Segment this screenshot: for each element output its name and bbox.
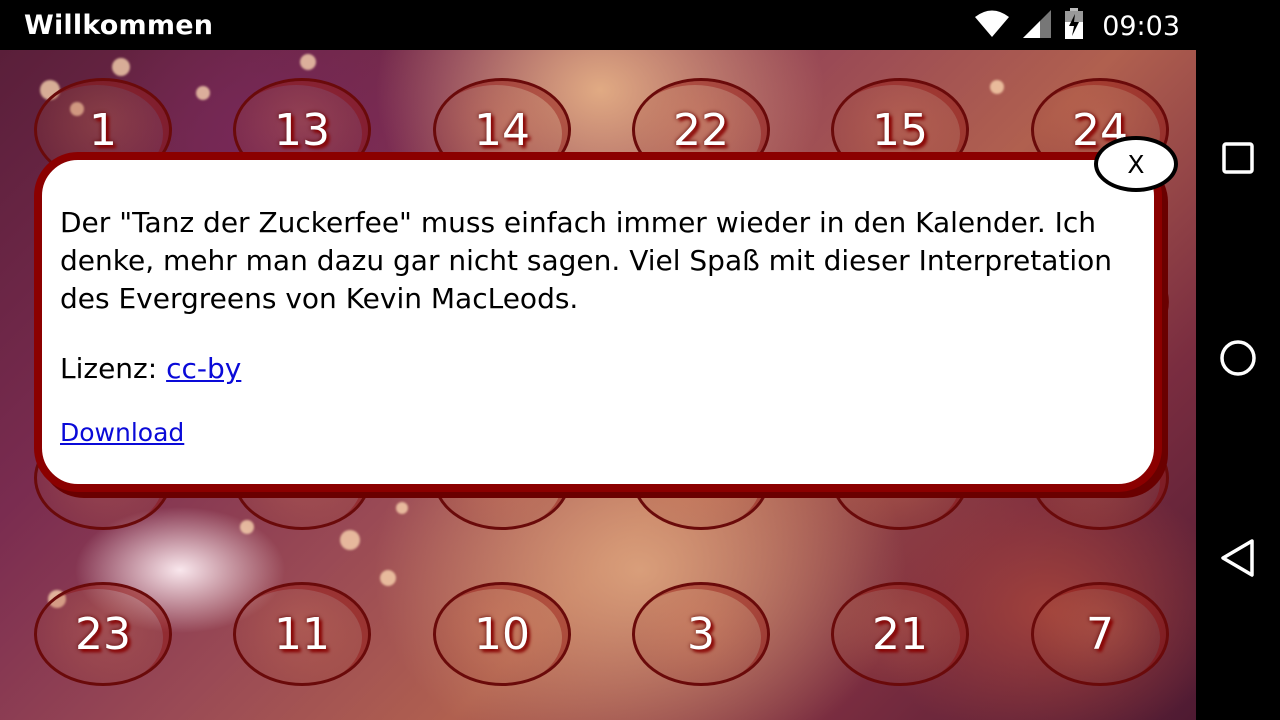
download-link[interactable]: Download bbox=[60, 414, 184, 452]
calendar-door[interactable]: 3 bbox=[632, 582, 770, 686]
door-number: 23 bbox=[75, 608, 131, 660]
calendar-door[interactable]: 23 bbox=[34, 582, 172, 686]
status-bar: Willkommen 09:03 bbox=[0, 0, 1196, 50]
door-number: 15 bbox=[872, 104, 928, 156]
bokeh-light bbox=[112, 58, 130, 76]
home-button[interactable] bbox=[1214, 336, 1262, 384]
calendar-door[interactable]: 21 bbox=[831, 582, 969, 686]
bokeh-light bbox=[340, 530, 360, 550]
recents-button[interactable] bbox=[1214, 136, 1262, 184]
door-info-dialog: Der "Tanz der Zuckerfee" muss einfach im… bbox=[34, 152, 1162, 492]
bokeh-light bbox=[300, 54, 316, 70]
door-number: 1 bbox=[89, 104, 117, 156]
door-number: 3 bbox=[687, 608, 715, 660]
bokeh-light bbox=[380, 570, 396, 586]
close-button[interactable]: X bbox=[1094, 136, 1178, 192]
bokeh-light bbox=[240, 520, 254, 534]
back-triangle-icon bbox=[1219, 538, 1257, 583]
door-number: 21 bbox=[872, 608, 928, 660]
bokeh-light bbox=[396, 502, 408, 514]
app-title: Willkommen bbox=[24, 10, 214, 41]
bokeh-light bbox=[990, 80, 1004, 94]
door-number: 22 bbox=[673, 104, 729, 156]
battery-charging-icon bbox=[1064, 7, 1084, 45]
door-number: 7 bbox=[1086, 608, 1114, 660]
clock: 09:03 bbox=[1102, 10, 1180, 42]
status-icons: 09:03 bbox=[974, 7, 1180, 45]
bokeh-light bbox=[196, 86, 210, 100]
signal-icon bbox=[1022, 9, 1052, 44]
license-label: Lizenz: bbox=[60, 352, 158, 385]
calendar-door[interactable]: 10 bbox=[433, 582, 571, 686]
calendar-door[interactable]: 7 bbox=[1031, 582, 1169, 686]
calendar-door[interactable]: 11 bbox=[233, 582, 371, 686]
recents-square-icon bbox=[1221, 141, 1255, 180]
door-number: 14 bbox=[474, 104, 530, 156]
back-button[interactable] bbox=[1214, 536, 1262, 584]
home-circle-icon bbox=[1219, 339, 1257, 382]
license-line: Lizenz: cc-by bbox=[60, 350, 1136, 388]
navigation-bar bbox=[1196, 0, 1280, 720]
door-number: 13 bbox=[274, 104, 330, 156]
door-number: 11 bbox=[274, 608, 330, 660]
door-number: 10 bbox=[474, 608, 530, 660]
license-link[interactable]: cc-by bbox=[166, 352, 241, 385]
dialog-description: Der "Tanz der Zuckerfee" muss einfach im… bbox=[60, 206, 1112, 315]
wifi-icon bbox=[974, 10, 1010, 43]
